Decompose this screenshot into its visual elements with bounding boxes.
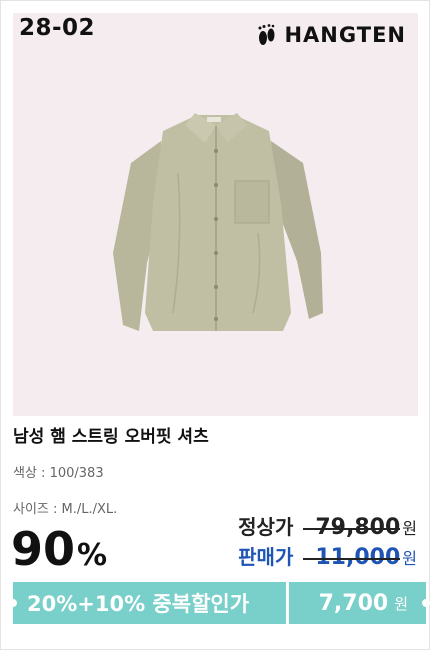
size-separator: :	[48, 502, 62, 517]
brand-name: HANGTEN	[284, 23, 406, 47]
regular-price-row: 정상가 79,800 원	[238, 511, 417, 540]
coupon-currency: 원	[394, 594, 408, 613]
coupon-banner[interactable]: 20%+10% 중복할인가 7,700 원	[9, 582, 430, 624]
regular-price-label: 정상가	[238, 515, 294, 539]
coupon-price-section: 7,700 원	[289, 582, 430, 624]
coupon-label: 20%+10% 중복할인가	[27, 592, 250, 616]
regular-price-currency: 원	[402, 519, 417, 538]
footprint-icon	[258, 24, 275, 45]
sale-price-currency: 원	[402, 549, 417, 568]
product-card[interactable]: 28-02 HANGTEN 남성 햄 스트링 오버핏 셔츠 색상 : 100/3…	[0, 0, 430, 650]
product-size: 사이즈 : M./L./XL.	[13, 498, 117, 517]
color-separator: :	[36, 466, 50, 481]
product-name[interactable]: 남성 햄 스트링 오버핏 셔츠	[13, 422, 209, 447]
product-color: 색상 : 100/383	[13, 462, 104, 481]
discount-rate: 90%	[11, 526, 107, 572]
size-value: M./L./XL.	[61, 502, 118, 517]
coupon-final-price: 7,700	[318, 590, 389, 616]
discount-value: 90	[11, 522, 76, 576]
color-value: 100/383	[49, 466, 104, 481]
sale-price-row: 판매가 11,000 원	[238, 541, 417, 570]
discount-unit: %	[77, 538, 108, 573]
sale-price-label: 판매가	[238, 545, 294, 569]
color-label: 색상	[13, 466, 37, 481]
shirt-image	[113, 113, 323, 331]
size-label: 사이즈	[13, 502, 49, 517]
sale-price-value: 11,000	[303, 545, 401, 570]
product-code-badge: 28-02	[19, 15, 96, 41]
coupon-label-section: 20%+10% 중복할인가	[9, 582, 286, 624]
product-image[interactable]: 28-02 HANGTEN	[13, 13, 418, 416]
brand-logo: HANGTEN	[256, 23, 406, 47]
regular-price-value: 79,800	[303, 515, 401, 540]
